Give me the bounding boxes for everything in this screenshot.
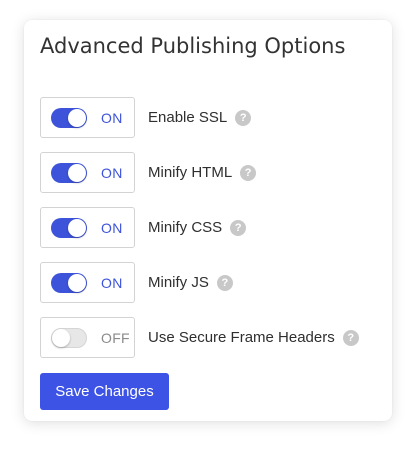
toggle-switch [51,218,87,238]
option-label: Use Secure Frame Headers [148,329,335,346]
toggle-knob [68,109,86,127]
toggle-state-label: ON [101,275,123,291]
toggle-switch [51,273,87,293]
help-icon[interactable]: ? [230,219,247,236]
help-icon[interactable]: ? [240,164,257,181]
help-icon[interactable]: ? [216,274,233,291]
help-icon[interactable]: ? [342,329,359,346]
publishing-options-panel: Advanced Publishing Options ON Enable SS… [24,20,392,421]
option-row-minify-js: ON Minify JS ? [40,262,233,303]
toggle-switch [51,108,87,128]
toggle-knob [52,329,70,347]
toggle-state-label: OFF [101,330,130,346]
minify-css-toggle[interactable]: ON [40,207,135,248]
option-label: Enable SSL [148,109,228,126]
help-icon[interactable]: ? [235,109,252,126]
option-row-enable-ssl: ON Enable SSL ? [40,97,252,138]
option-label: Minify JS [148,274,209,291]
toggle-knob [68,274,86,292]
option-row-minify-css: ON Minify CSS ? [40,207,247,248]
minify-js-toggle[interactable]: ON [40,262,135,303]
toggle-state-label: ON [101,220,123,236]
toggle-knob [68,164,86,182]
panel-title: Advanced Publishing Options [40,34,346,58]
toggle-switch [51,328,87,348]
toggle-state-label: ON [101,165,123,181]
secure-frame-headers-toggle[interactable]: OFF [40,317,135,358]
option-row-minify-html: ON Minify HTML ? [40,152,257,193]
minify-html-toggle[interactable]: ON [40,152,135,193]
toggle-knob [68,219,86,237]
option-label: Minify HTML [148,164,233,181]
save-changes-button[interactable]: Save Changes [40,373,169,410]
enable-ssl-toggle[interactable]: ON [40,97,135,138]
option-label: Minify CSS [148,219,223,236]
option-row-secure-frame-headers: OFF Use Secure Frame Headers ? [40,317,359,358]
toggle-state-label: ON [101,110,123,126]
toggle-switch [51,163,87,183]
